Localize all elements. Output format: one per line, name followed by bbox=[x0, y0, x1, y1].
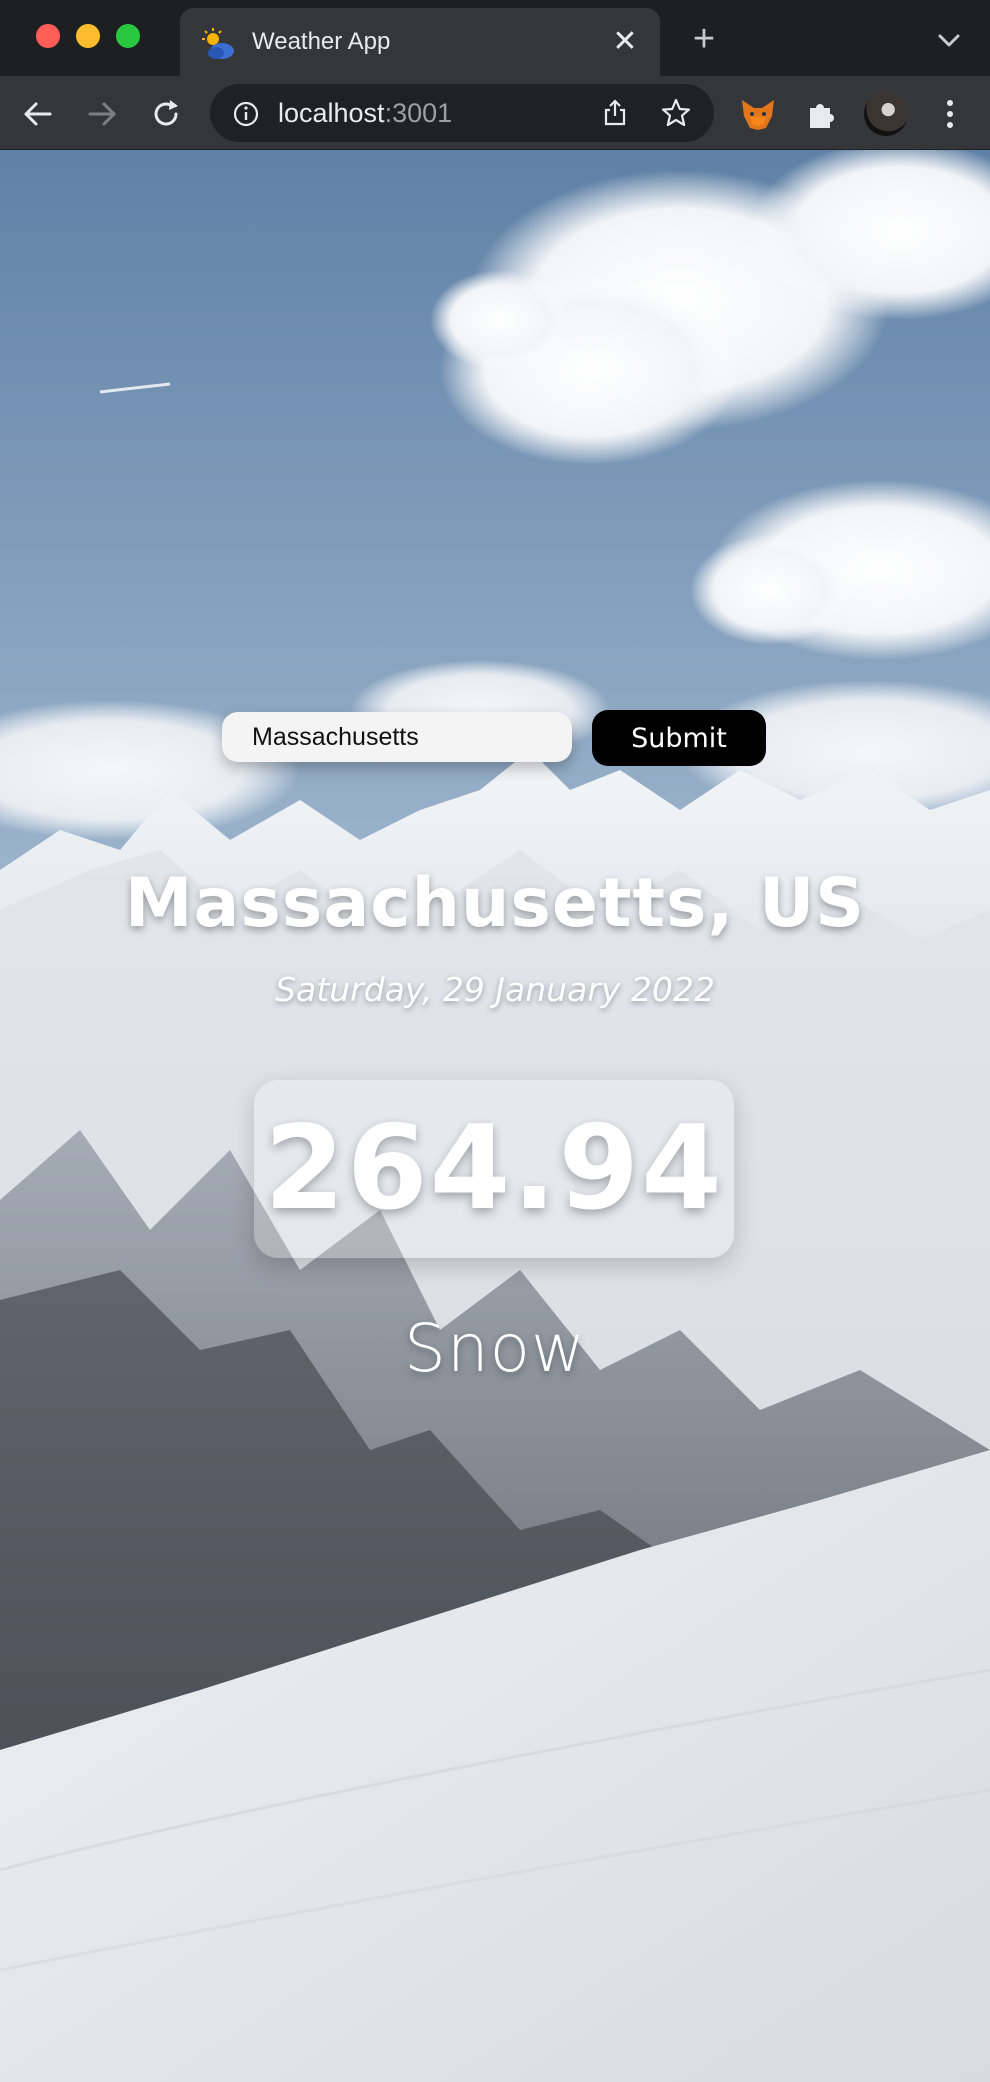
url-text: localhost:3001 bbox=[278, 84, 452, 142]
tab-close-icon[interactable]: ✕ bbox=[610, 27, 640, 57]
new-tab-button[interactable]: + bbox=[688, 20, 720, 58]
temperature-card: 264.94 bbox=[254, 1080, 734, 1258]
back-icon[interactable] bbox=[20, 96, 56, 132]
bookmark-star-icon[interactable] bbox=[660, 97, 692, 129]
window-minimize-dot[interactable] bbox=[76, 24, 100, 48]
url-port: :3001 bbox=[384, 98, 453, 128]
window-close-dot[interactable] bbox=[36, 24, 60, 48]
location-title: Massachusetts, US bbox=[124, 864, 866, 943]
share-icon[interactable] bbox=[600, 98, 630, 128]
chevron-down-icon[interactable] bbox=[934, 26, 964, 56]
window-zoom-dot[interactable] bbox=[116, 24, 140, 48]
profile-avatar[interactable] bbox=[864, 92, 908, 136]
menu-kebab-icon[interactable] bbox=[930, 94, 970, 134]
search-form: Submit bbox=[222, 710, 766, 768]
forward-icon[interactable] bbox=[84, 96, 120, 132]
address-bar[interactable]: localhost:3001 bbox=[210, 84, 714, 142]
weather-favicon-icon bbox=[202, 28, 234, 59]
date-text: Saturday, 29 January 2022 bbox=[275, 970, 715, 1009]
metamask-fox-icon[interactable] bbox=[738, 94, 778, 134]
browser-tab[interactable]: Weather App ✕ bbox=[180, 8, 660, 76]
weather-condition: Snow bbox=[403, 1310, 587, 1387]
browser-toolbar: localhost:3001 bbox=[0, 76, 990, 150]
extensions-puzzle-icon[interactable] bbox=[802, 94, 842, 134]
reload-icon[interactable] bbox=[148, 96, 184, 132]
url-host: localhost bbox=[278, 98, 385, 128]
info-icon[interactable] bbox=[232, 100, 260, 128]
submit-button[interactable]: Submit bbox=[592, 710, 766, 766]
tab-title: Weather App bbox=[252, 28, 391, 55]
temperature-value: 264.94 bbox=[264, 1101, 724, 1236]
page-viewport: Submit Massachusetts, US Saturday, 29 Ja… bbox=[0, 150, 990, 2082]
browser-tab-strip: Weather App ✕ + bbox=[0, 0, 990, 76]
city-search-input[interactable] bbox=[222, 712, 572, 762]
